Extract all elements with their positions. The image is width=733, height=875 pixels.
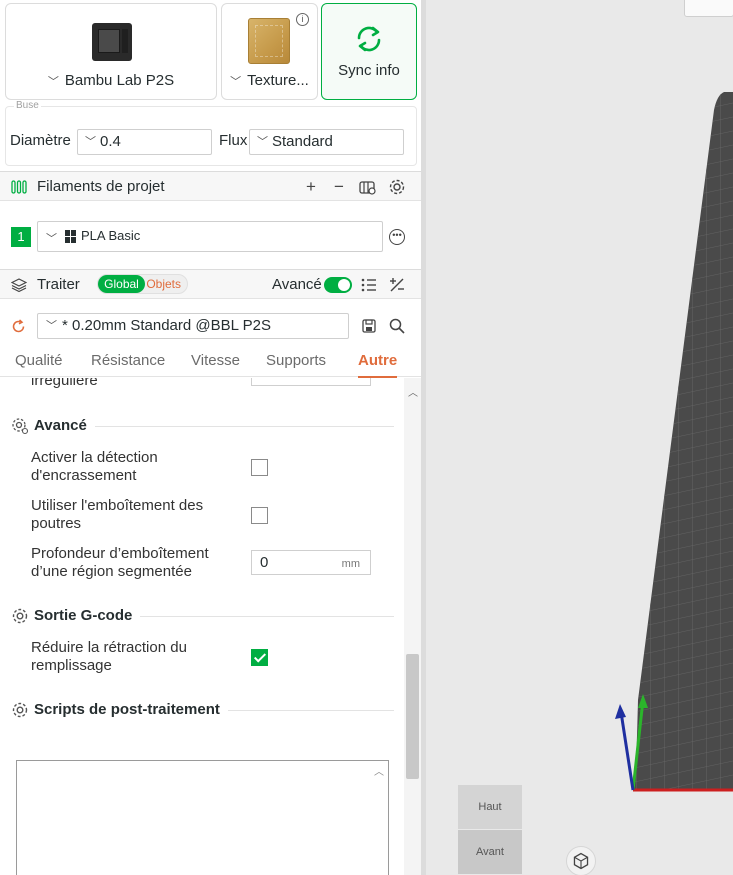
group-title-advanced: Avancé	[34, 417, 87, 434]
interlock-depth-unit: mm	[341, 558, 360, 570]
checkbox-reduce-retraction[interactable]	[251, 649, 268, 666]
gear-icon[interactable]	[388, 178, 406, 196]
gear-group-icon	[12, 418, 29, 435]
remove-icon[interactable]: −	[330, 178, 348, 196]
filament-index-badge[interactable]: 1	[11, 227, 31, 247]
flow-value: Standard	[272, 133, 333, 150]
preset-row: ﹀ * 0.20mm Standard @BBL P2S	[0, 310, 421, 342]
process-preset-value: * 0.20mm Standard @BBL P2S	[62, 317, 271, 334]
list-icon[interactable]	[360, 276, 378, 294]
group-divider	[95, 426, 394, 427]
3d-viewport[interactable]: Haut Avant	[426, 0, 733, 875]
diameter-value: 0.4	[100, 133, 121, 150]
group-divider	[140, 616, 394, 617]
more-options-icon[interactable]: •••	[389, 229, 405, 245]
diameter-label: Diamètre	[10, 132, 71, 149]
chevron-down-icon: ﹀	[46, 320, 57, 332]
group-title-gcode: Sortie G-code	[34, 607, 133, 624]
view-cube-top[interactable]: Haut	[458, 785, 522, 829]
partial-option-label: irrégulière	[31, 378, 98, 389]
tab-others[interactable]: Autre	[358, 352, 398, 378]
interlock-depth-value: 0	[260, 554, 269, 571]
gear-icon	[12, 608, 28, 624]
flow-select[interactable]: ﹀ Standard	[249, 129, 404, 155]
checkbox-beam-interlocking[interactable]	[251, 507, 268, 524]
option-label-interlock-depth: Profondeur d’emboîtement d’une région se…	[31, 545, 209, 580]
printer-selector[interactable]: ﹀ Bambu Lab P2S	[5, 3, 217, 100]
chevron-down-icon: ﹀	[257, 136, 268, 148]
scroll-up-icon[interactable]: ︿	[408, 384, 418, 399]
add-icon[interactable]: +	[302, 178, 320, 196]
view-cube-front[interactable]: Avant	[458, 830, 522, 874]
settings-scroll-area[interactable]: irrégulière Avancé Activer la détection …	[0, 378, 404, 875]
layers-icon	[11, 278, 27, 293]
filament-select[interactable]: ﹀ PLA Basic	[37, 221, 383, 252]
plate-name: Texture...	[247, 72, 309, 89]
nozzle-group: Buse Diamètre ﹀ 0.4 Flux ﹀ Standard	[5, 100, 417, 166]
printer-label: ﹀ Bambu Lab P2S	[6, 72, 216, 89]
gear-icon	[12, 702, 28, 718]
scrollbar-thumb[interactable]	[406, 654, 419, 779]
filament-grid-icon[interactable]	[358, 178, 376, 196]
process-preset-select[interactable]: ﹀ * 0.20mm Standard @BBL P2S	[37, 313, 349, 339]
settings-tabs: Qualité Résistance Vitesse Supports Autr…	[0, 348, 421, 378]
advanced-label: Avancé	[272, 276, 322, 293]
filament-swatch-icon	[65, 230, 76, 243]
sync-info-button[interactable]: Sync info	[321, 3, 417, 100]
scope-objects[interactable]: Objets	[146, 275, 181, 293]
build-plate[interactable]	[426, 0, 733, 875]
tab-support[interactable]: Supports	[266, 352, 326, 369]
plate-image	[248, 18, 290, 64]
filaments-header: Filaments de projet + −	[0, 171, 421, 201]
process-header: Traiter	[0, 269, 421, 299]
filament-row: 1 ﹀ PLA Basic •••	[0, 202, 421, 268]
group-title-post-processing: Scripts de post-traitement	[34, 701, 220, 718]
filaments-title: Filaments de projet	[37, 178, 165, 195]
tab-speed[interactable]: Vitesse	[191, 352, 240, 369]
option-label-clog-detection: Activer la détection d'encrassement	[31, 449, 158, 484]
chevron-down-icon: ﹀	[230, 75, 242, 88]
bambu-studio-window: ﹀ Bambu Lab P2S i ﹀ Texture... Sync info	[0, 0, 733, 875]
checkbox-clog-detection[interactable]	[251, 459, 268, 476]
filament-icon	[11, 180, 27, 194]
post-processing-scripts-textarea[interactable]: ︿	[16, 760, 389, 875]
flow-label: Flux	[219, 132, 248, 149]
plate-selector[interactable]: i ﹀ Texture...	[221, 3, 318, 100]
settings-panel: ﹀ Bambu Lab P2S i ﹀ Texture... Sync info	[0, 0, 421, 875]
scope-toggle[interactable]: Global Objets	[97, 274, 188, 294]
group-divider	[228, 710, 394, 711]
scroll-up-icon[interactable]: ︿	[374, 763, 384, 778]
nozzle-legend: Buse	[14, 100, 41, 111]
printer-name: Bambu Lab P2S	[64, 72, 175, 89]
reset-icon[interactable]	[11, 319, 26, 334]
compare-icon[interactable]	[388, 276, 406, 294]
tab-strength[interactable]: Résistance	[91, 352, 165, 369]
sync-icon	[357, 26, 381, 52]
tab-quality[interactable]: Qualité	[15, 352, 63, 369]
orientation-icon[interactable]	[566, 846, 596, 875]
search-icon[interactable]	[388, 317, 406, 335]
sync-info-label: Sync info	[338, 62, 400, 79]
option-label-beam-interlocking: Utiliser l'emboîtement des poutres	[31, 497, 204, 532]
diameter-select[interactable]: ﹀ 0.4	[77, 129, 212, 155]
chevron-down-icon: ﹀	[85, 136, 96, 148]
settings-scrollbar[interactable]: ︿	[404, 378, 421, 875]
option-label-reduce-retraction: Réduire la rétraction du remplissage	[31, 639, 187, 674]
process-title: Traiter	[37, 276, 80, 293]
info-icon[interactable]: i	[296, 13, 309, 26]
printer-image	[90, 19, 134, 63]
save-icon[interactable]	[360, 317, 378, 335]
interlock-depth-input[interactable]: 0 mm	[251, 550, 371, 575]
scope-global[interactable]: Global	[98, 275, 145, 293]
chevron-down-icon: ﹀	[47, 75, 59, 88]
plate-label: ﹀ Texture...	[222, 72, 317, 89]
chevron-down-icon: ﹀	[46, 233, 57, 245]
partial-input[interactable]	[251, 378, 371, 386]
advanced-switch[interactable]	[324, 277, 352, 293]
filament-name: PLA Basic	[81, 228, 141, 243]
